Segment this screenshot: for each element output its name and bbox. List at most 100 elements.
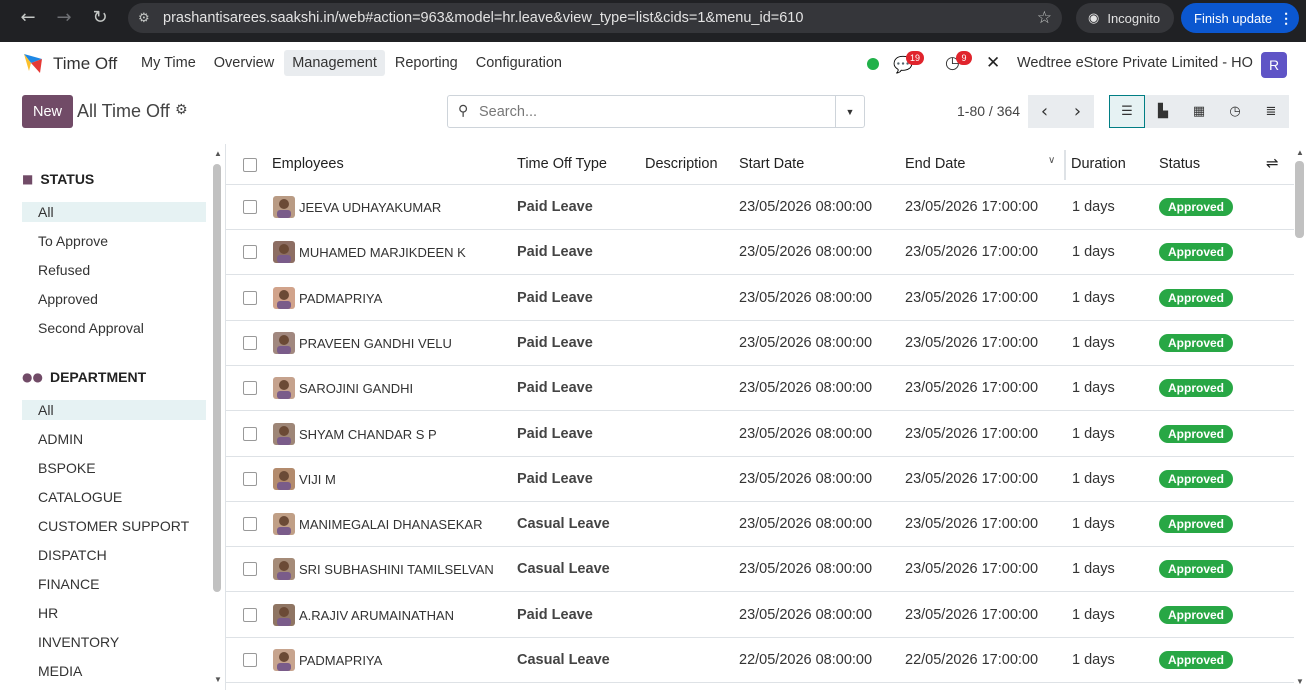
menu-my-time[interactable]: My Time [133,50,204,76]
column-resize-handle[interactable] [1064,150,1066,180]
users-icon: ●● [22,370,43,384]
incognito-indicator[interactable]: ◉ Incognito [1076,3,1174,33]
app-name[interactable]: Time Off [53,54,117,74]
table-row[interactable]: A.RAJIV ARUMAINATHAN Paid Leave 23/05/20… [226,593,1294,638]
table-row[interactable]: JEEVA UDHAYAKUMAR Paid Leave 23/05/2026 … [226,185,1294,230]
gantt-view-button[interactable]: ≣ [1253,95,1289,128]
employee-name: SAROJINI GANDHI [299,381,414,397]
row-checkbox[interactable] [243,517,257,532]
online-status-icon[interactable] [867,58,879,70]
row-checkbox[interactable] [243,290,257,305]
pager-previous-button[interactable]: ‹ [1028,95,1061,128]
column-start-date[interactable]: Start Date [739,156,804,172]
debug-tools-icon[interactable]: ✕ [986,53,1000,73]
site-info-icon[interactable]: ⚙ [138,11,154,26]
column-employees[interactable]: Employees [272,156,344,172]
list-view-button[interactable]: ☰ [1109,95,1145,128]
status-filter-to-approve[interactable]: To Approve [22,231,206,251]
employee-name: PRAVEEN GANDHI VELU [299,335,452,351]
time-off-type: Casual Leave [517,516,610,533]
pager-value[interactable]: 1-80 / 364 [957,103,1020,119]
bookmark-star-icon[interactable]: ☆ [1037,8,1052,28]
menu-reporting[interactable]: Reporting [387,50,466,76]
status-filter-approved[interactable]: Approved [22,289,206,309]
menu-overview[interactable]: Overview [206,50,282,76]
reload-icon[interactable]: ↻ [86,3,114,31]
sidebar-scrollbar[interactable] [213,164,221,592]
status-filter-all[interactable]: All [22,202,206,222]
department-filter-catalogue[interactable]: CATALOGUE [22,487,206,507]
control-panel: New All Time Off ⚙ ⚲ ▼ 1-80 / 364 ‹ › ☰ … [0,86,1306,142]
search-options-toggle[interactable]: ▼ [835,96,864,127]
user-avatar[interactable]: R [1261,52,1287,78]
table-row[interactable]: PRAVEEN GANDHI VELU Paid Leave 23/05/202… [226,321,1294,366]
search-input[interactable] [479,97,834,126]
row-checkbox[interactable] [243,471,257,486]
department-filter-inventory[interactable]: INVENTORY [22,632,206,652]
list-scrollbar[interactable] [1295,161,1304,238]
activity-view-button[interactable]: ◷ [1217,95,1253,128]
end-date: 22/05/2026 17:00:00 [905,652,1039,668]
table-row[interactable]: SHYAM CHANDAR S P Paid Leave 23/05/2026 … [226,412,1294,457]
row-checkbox[interactable] [243,653,257,667]
scroll-up-icon[interactable]: ▲ [214,149,222,158]
finish-update-button[interactable]: Finish update ⋮ [1181,3,1299,33]
row-checkbox[interactable] [243,562,257,577]
department-filter-finance[interactable]: FINANCE [22,574,206,594]
status-filter-refused[interactable]: Refused [22,260,206,280]
column-description[interactable]: Description [645,156,718,172]
end-date: 23/05/2026 17:00:00 [905,606,1039,623]
select-all-checkbox[interactable] [243,158,257,172]
employee-name: PADMAPRIYA [299,290,383,306]
forward-icon[interactable]: → [50,3,78,31]
calendar-view-button[interactable]: ▦ [1181,95,1217,128]
list-scroll-down-icon[interactable]: ▼ [1296,677,1304,686]
status-badge: Approved [1159,605,1234,624]
row-checkbox[interactable] [243,245,257,260]
table-row[interactable]: SAROJINI GANDHI Paid Leave 23/05/2026 08… [226,366,1294,412]
department-filter-customer-support[interactable]: CUSTOMER SUPPORT [22,516,206,536]
department-filter-dispatch[interactable]: DISPATCH [22,545,206,565]
row-checkbox[interactable] [243,200,257,214]
column-duration[interactable]: Duration [1071,156,1126,172]
department-filter-admin[interactable]: ADMIN [22,429,206,449]
kanban-view-button[interactable]: ▙ [1145,95,1181,128]
column-time-off-type[interactable]: Time Off Type [517,156,607,172]
table-row[interactable]: MUHAMED MARJIKDEEN K Paid Leave 23/05/20… [226,230,1294,276]
row-checkbox[interactable] [243,335,257,350]
settings-gear-icon[interactable]: ⚙ [175,102,188,118]
back-icon[interactable]: ← [14,3,42,31]
row-checkbox[interactable] [243,607,257,622]
duration: 1 days [1072,289,1115,306]
row-checkbox[interactable] [243,381,257,396]
table-row[interactable]: PADMAPRIYA Casual Leave 22/05/2026 08:00… [226,638,1294,683]
department-title: DEPARTMENT [49,369,147,385]
status-filter-second-approval[interactable]: Second Approval [22,318,206,338]
optional-columns-icon[interactable]: ⇌ [1266,154,1279,172]
address-bar[interactable]: ⚙ prashantisarees.saakshi.in/web#action=… [128,3,1062,33]
new-button[interactable]: New [22,95,73,128]
pager-next-button[interactable]: › [1061,95,1094,128]
end-date: 23/05/2026 17:00:00 [905,470,1039,487]
column-end-date[interactable]: End Date [905,156,965,172]
department-filter-hr[interactable]: HR [22,603,206,623]
menu-configuration[interactable]: Configuration [468,50,570,76]
department-filter-all[interactable]: All [22,400,206,420]
start-date: 23/05/2026 08:00:00 [739,289,873,306]
company-switcher[interactable]: Wedtree eStore Private Limited - HO [1017,55,1253,71]
table-row[interactable]: PADMAPRIYA Paid Leave 23/05/2026 08:00:0… [226,276,1294,321]
table-row[interactable]: VIJI M Paid Leave 23/05/2026 08:00:00 23… [226,457,1294,502]
list-scroll-up-icon[interactable]: ▲ [1296,148,1304,157]
scroll-down-icon[interactable]: ▼ [214,675,222,684]
status-badge: Approved [1159,515,1234,534]
employee-name: JEEVA UDHAYAKUMAR [299,200,442,215]
time-off-app-icon[interactable] [22,51,46,75]
department-filter-media[interactable]: MEDIA [22,661,206,681]
table-row[interactable]: MANIMEGALAI DHANASEKAR Casual Leave 23/0… [226,502,1294,548]
table-row[interactable]: SRI SUBHASHINI TAMILSELVAN Casual Leave … [226,547,1294,593]
department-filter-bspoke[interactable]: BSPOKE [22,458,206,478]
url-text[interactable]: prashantisarees.saakshi.in/web#action=96… [163,10,803,26]
column-status[interactable]: Status [1159,156,1200,172]
menu-management[interactable]: Management [284,50,385,76]
row-checkbox[interactable] [243,426,257,441]
